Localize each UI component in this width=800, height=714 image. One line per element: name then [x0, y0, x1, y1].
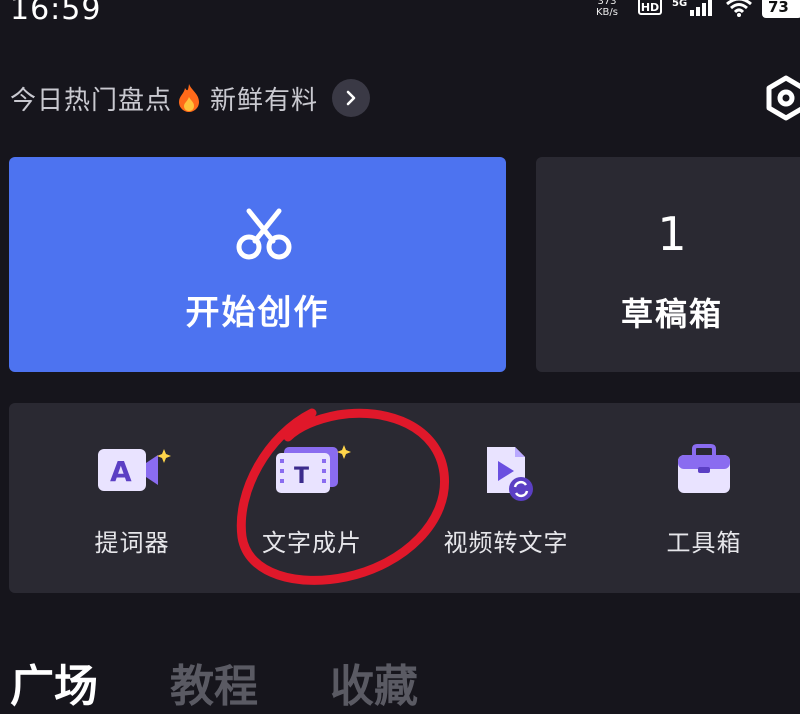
network-speed-unit: KB/s — [596, 7, 618, 18]
draft-count: 1 — [657, 207, 687, 261]
trending-more-button[interactable] — [332, 79, 371, 117]
battery-indicator: 73 — [762, 0, 800, 18]
start-create-button[interactable]: 开始创作 — [9, 157, 506, 372]
svg-text:A: A — [110, 455, 132, 488]
drafts-label: 草稿箱 — [620, 295, 723, 333]
fire-icon — [179, 84, 200, 112]
chevron-right-icon — [346, 90, 356, 106]
start-create-label: 开始创作 — [185, 293, 330, 333]
tab-favorites[interactable]: 收藏 — [330, 650, 418, 714]
bottom-tabs: 广场 教程 收藏 — [10, 650, 490, 714]
tool-label: 提词器 — [94, 529, 170, 557]
network-speed: 373 KB/s — [596, 0, 618, 18]
drafts-button[interactable]: 1 草稿箱 — [536, 157, 800, 372]
teleprompter-icon: A — [98, 449, 171, 491]
trending-subtitle: 新鲜有料 — [210, 85, 319, 116]
trending-banner[interactable]: 今日热门盘点 新鲜有料 — [10, 78, 371, 118]
wifi-icon — [726, 0, 752, 17]
trending-title: 今日热门盘点 — [10, 85, 173, 116]
tool-label: 文字成片 — [262, 529, 362, 557]
status-bar: 16:59 373 KB/s HD 5G 73 — [0, 0, 800, 28]
text-to-video-icon: T — [276, 445, 351, 493]
tool-toolbox[interactable]: 工具箱 — [619, 443, 789, 573]
hd-badge: HD — [638, 0, 662, 15]
video-to-text-icon — [487, 447, 533, 501]
tool-label: 工具箱 — [666, 529, 742, 557]
signal-icon: 5G — [672, 0, 712, 16]
svg-text:T: T — [294, 464, 309, 489]
tool-teleprompter[interactable]: A 提词器 — [47, 443, 217, 573]
tab-tutorial[interactable]: 教程 — [170, 650, 258, 714]
toolbox-icon — [678, 444, 730, 493]
tools-panel: A 提词器 T 文字成片 视频转文字 工具箱 — [9, 403, 800, 593]
tool-text-to-video[interactable]: T 文字成片 — [227, 443, 397, 573]
scissors-icon — [236, 208, 292, 260]
status-time: 16:59 — [10, 0, 102, 27]
tool-video-to-text[interactable]: 视频转文字 — [421, 443, 591, 573]
tool-label: 视频转文字 — [443, 529, 569, 557]
settings-icon[interactable] — [762, 74, 800, 122]
svg-text:5G: 5G — [672, 0, 687, 9]
network-speed-value: 373 — [597, 0, 617, 7]
tab-plaza[interactable]: 广场 — [10, 650, 98, 714]
